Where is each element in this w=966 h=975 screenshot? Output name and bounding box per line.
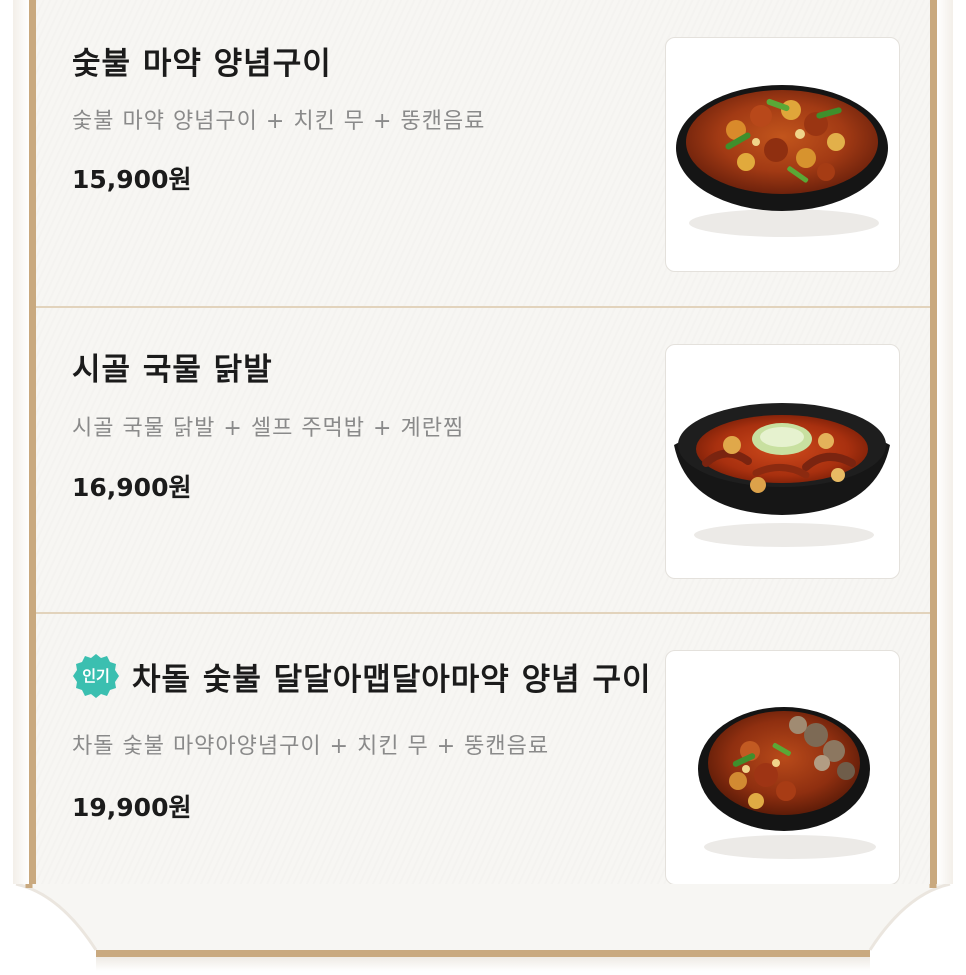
dish-illustration (676, 85, 888, 237)
menu-item-price: 19,900원 (72, 793, 192, 822)
scroll-bottom-shadow (96, 957, 870, 971)
menu-item-2[interactable]: 시골 국물 닭발 시골 국물 닭발 + 셀프 주먹밥 + 계란찜 16,900원 (36, 308, 930, 612)
dish-illustration (674, 403, 890, 547)
menu-item-description: 숯불 마약 양념구이 + 치킨 무 + 뚱캔음료 (72, 109, 486, 134)
dish-illustration (698, 707, 876, 859)
popular-badge: 인기 (72, 652, 120, 700)
frame-left-border (29, 0, 36, 884)
menu-item-3[interactable]: 인기 차돌 숯불 달달아맵달아마약 양념 구이 차돌 숯불 마약아양념구이 + … (36, 614, 930, 885)
menu-item-price: 16,900원 (72, 473, 192, 502)
menu-item-description: 차돌 숯불 마약아양념구이 + 치킨 무 + 뚱캔음료 (72, 734, 550, 759)
frame-right-edge (937, 0, 953, 884)
frame-right-border (930, 0, 937, 884)
menu-item-image[interactable] (665, 650, 900, 885)
menu-item-1[interactable]: 숯불 마약 양념구이 숯불 마약 양념구이 + 치킨 무 + 뚱캔음료 15,9… (36, 0, 930, 306)
menu-item-image[interactable] (665, 37, 900, 272)
popular-badge-label: 인기 (82, 667, 110, 685)
menu-item-title: 차돌 숯불 달달아맵달아마약 양념 구이 (132, 661, 652, 698)
scroll-bottom-bar (96, 950, 870, 957)
frame-left-edge (13, 0, 29, 884)
menu-item-price: 15,900원 (72, 165, 192, 194)
menu-item-title-row: 시골 국물 닭발 (72, 344, 273, 389)
menu-item-title-row: 인기 차돌 숯불 달달아맵달아마약 양념 구이 (72, 652, 652, 700)
menu-item-title: 숯불 마약 양념구이 (72, 46, 332, 82)
menu-item-title: 시골 국물 닭발 (72, 352, 273, 388)
menu-scroll-frame: 숯불 마약 양념구이 숯불 마약 양념구이 + 치킨 무 + 뚱캔음료 15,9… (0, 0, 966, 975)
menu-item-title-row: 숯불 마약 양념구이 (72, 38, 332, 83)
menu-item-image[interactable] (665, 344, 900, 579)
menu-item-description: 시골 국물 닭발 + 셀프 주먹밥 + 계란찜 (72, 416, 465, 441)
